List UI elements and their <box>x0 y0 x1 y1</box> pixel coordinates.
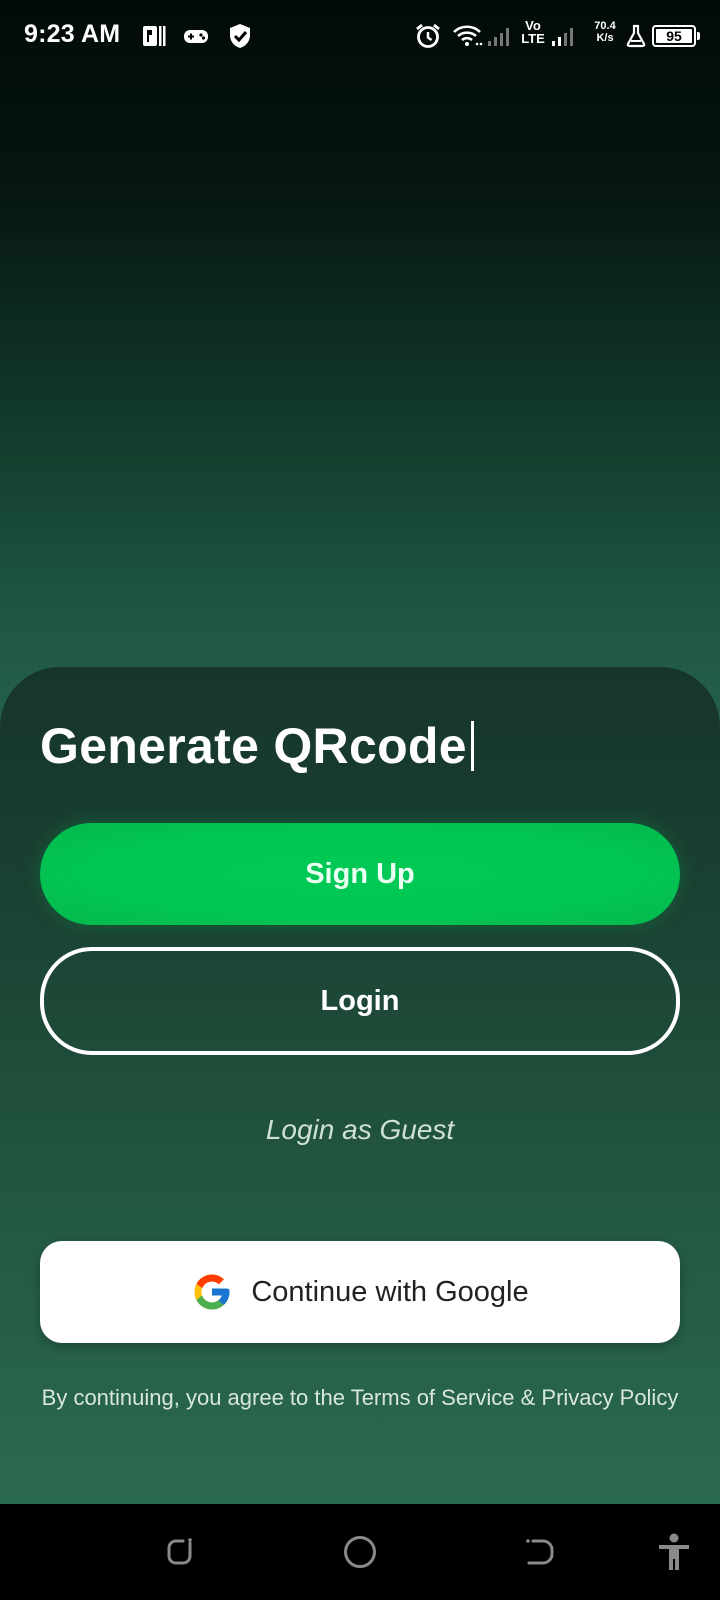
home-icon[interactable] <box>340 1532 380 1572</box>
auth-sheet: Generate QRcode Sign Up Login Login as G… <box>0 667 720 1504</box>
shield-check-icon <box>226 22 254 50</box>
login-as-guest-link[interactable]: Login as Guest <box>0 1114 720 1146</box>
continue-with-google-button[interactable]: Continue with Google <box>40 1241 680 1343</box>
text-cursor <box>470 721 474 771</box>
net-speed: 70.4 K/s <box>588 20 622 44</box>
navigation-bar <box>0 1504 720 1600</box>
app-screen: 9:23 AM Vo LTE 70.4 K/s 95 Generate QRco… <box>0 0 720 1504</box>
google-button-label: Continue with Google <box>251 1275 529 1308</box>
alarm-icon <box>414 22 442 50</box>
wifi-icon <box>452 22 486 50</box>
status-time: 9:23 AM <box>24 20 121 48</box>
google-icon <box>191 1271 233 1313</box>
volte-label: Vo LTE <box>521 18 545 46</box>
battery-tip <box>697 32 700 40</box>
battery-indicator: 95 <box>652 25 700 47</box>
net-speed-unit: K/s <box>596 32 614 44</box>
back-icon[interactable] <box>520 1532 560 1572</box>
lab-flask-icon <box>624 22 648 50</box>
net-speed-value: 70.4 <box>594 20 616 32</box>
signup-button[interactable]: Sign Up <box>40 823 680 925</box>
parking-notification-icon <box>140 22 168 50</box>
headline: Generate QRcode <box>40 717 474 775</box>
headline-text: Generate QRcode <box>40 718 467 774</box>
accessibility-icon[interactable] <box>654 1532 694 1572</box>
status-bar: 9:23 AM Vo LTE 70.4 K/s 95 <box>0 0 720 72</box>
login-button[interactable]: Login <box>40 947 680 1055</box>
battery-text: 95 <box>666 28 682 44</box>
signup-button-label: Sign Up <box>305 857 415 890</box>
terms-text: By continuing, you agree to the Terms of… <box>41 1385 679 1410</box>
recent-apps-icon[interactable] <box>160 1532 200 1572</box>
game-controller-icon <box>182 22 210 50</box>
login-button-label: Login <box>320 984 400 1017</box>
signal-icon <box>486 22 514 50</box>
signal-icon <box>550 22 578 50</box>
